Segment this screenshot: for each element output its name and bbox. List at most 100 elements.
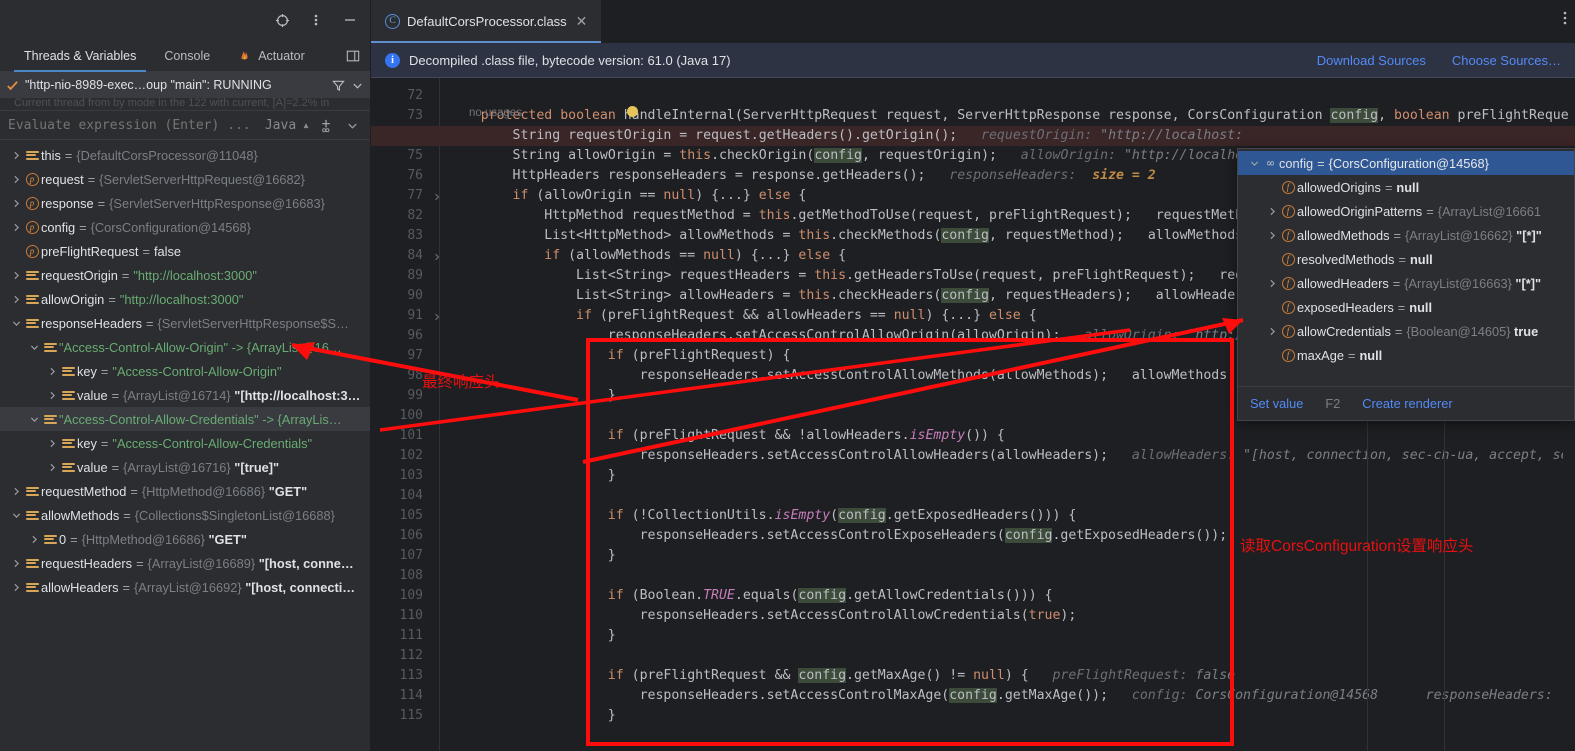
code-line[interactable]: List<String> allowHeaders = this.checkHe…: [449, 286, 1243, 306]
tree-toggle-arrow[interactable]: [1248, 151, 1261, 175]
code-line[interactable]: if (preFlightRequest && config.getMaxAge…: [449, 666, 1235, 686]
code-line[interactable]: responseHeaders.setAccessControlAllowCre…: [449, 606, 1077, 626]
code-line[interactable]: responseHeaders.setAccessControlAllowMet…: [449, 366, 1236, 386]
popup-variable-rows[interactable]: ∞ config = {CorsConfiguration@14568} f allowe…: [1238, 149, 1574, 367]
variable-row[interactable]: this = {DefaultCorsProcessor@11048}: [0, 143, 370, 167]
tree-toggle-arrow[interactable]: [28, 407, 41, 431]
tab-console[interactable]: Console: [150, 40, 224, 71]
value-inspector-popup[interactable]: ∞ config = {CorsConfiguration@14568} f allowe…: [1237, 148, 1575, 421]
tree-toggle-arrow[interactable]: [10, 551, 23, 575]
tree-toggle-arrow[interactable]: [28, 527, 41, 551]
code-line[interactable]: if (preFlightRequest) {: [449, 346, 791, 366]
evaluate-expression-bar[interactable]: Java ▴: [0, 110, 370, 140]
tree-toggle-arrow[interactable]: [10, 167, 23, 191]
code-line[interactable]: if (!CollectionUtils.isEmpty(config.getE…: [449, 506, 1076, 526]
variable-row[interactable]: key = "Access-Control-Allow-Origin": [0, 359, 370, 383]
code-line[interactable]: protected boolean handleInternal(ServerH…: [449, 106, 1569, 126]
variable-row[interactable]: requestMethod = {HttpMethod@16686} "GET": [0, 479, 370, 503]
tree-toggle-arrow[interactable]: [46, 431, 59, 455]
code-line[interactable]: if (preFlightRequest && allowHeaders == …: [449, 306, 1037, 326]
variable-row[interactable]: p config = {CorsConfiguration@14568}: [0, 215, 370, 239]
variable-row[interactable]: value = {ArrayList@16716} "[true]": [0, 455, 370, 479]
tree-toggle-arrow[interactable]: [10, 311, 23, 335]
code-line[interactable]: String allowOrigin = this.checkOrigin(co…: [449, 146, 1243, 166]
variable-row[interactable]: p response = {ServletServerHttpResponse@166…: [0, 191, 370, 215]
evaluate-dropdown-icon[interactable]: [343, 119, 362, 132]
tree-toggle-arrow[interactable]: [10, 287, 23, 311]
variable-row[interactable]: allowHeaders = {ArrayList@16692} "[host, c…: [0, 575, 370, 599]
editor-tab-defaultcorsprocessor[interactable]: C DefaultCorsProcessor.class ✕: [371, 0, 601, 43]
tree-toggle-arrow[interactable]: [10, 575, 23, 599]
popup-field-row[interactable]: f allowedHeaders = {ArrayList@16663} "[*]": [1238, 271, 1574, 295]
code-line[interactable]: responseHeaders.setAccessControlAllowOri…: [449, 326, 1243, 346]
add-watch-icon[interactable]: [316, 118, 337, 133]
variable-row[interactable]: p preFlightRequest = false: [0, 239, 370, 263]
popup-field-row[interactable]: f allowedOrigins = null: [1238, 175, 1574, 199]
popup-field-row[interactable]: f allowCredentials = {Boolean@14605} true: [1238, 319, 1574, 343]
variable-row[interactable]: "Access-Control-Allow-Credentials" -> {A…: [0, 407, 370, 431]
tree-toggle-arrow[interactable]: [10, 263, 23, 287]
more-options-icon[interactable]: [306, 10, 326, 30]
tree-toggle-arrow[interactable]: [1266, 223, 1279, 247]
code-line[interactable]: String requestOrigin = request.getHeader…: [449, 126, 1244, 146]
download-sources-link[interactable]: Download Sources: [1317, 53, 1426, 68]
tab-threads-and-variables[interactable]: Threads & Variables: [10, 40, 150, 72]
tree-toggle-arrow[interactable]: [10, 215, 23, 239]
evaluate-language-caret[interactable]: ▴: [302, 118, 310, 133]
code-line[interactable]: HttpHeaders responseHeaders = response.g…: [449, 166, 1156, 186]
tree-toggle-arrow[interactable]: [10, 191, 23, 215]
code-line[interactable]: if (Boolean.TRUE.equals(config.getAllowC…: [449, 586, 1053, 606]
tree-toggle-arrow[interactable]: [1266, 319, 1279, 343]
tree-toggle-arrow[interactable]: [1266, 199, 1279, 223]
popup-field-row[interactable]: f maxAge = null: [1238, 343, 1574, 367]
code-line[interactable]: HttpMethod requestMethod = this.getMetho…: [449, 206, 1243, 226]
popup-field-row[interactable]: f allowedMethods = {ArrayList@16662} "[*]": [1238, 223, 1574, 247]
variables-tree[interactable]: this = {DefaultCorsProcessor@11048} p reques…: [0, 140, 370, 751]
split-layout-icon[interactable]: [336, 40, 370, 71]
popup-field-row[interactable]: f exposedHeaders = null: [1238, 295, 1574, 319]
variable-row[interactable]: responseHeaders = {ServletServerHttpRespon…: [0, 311, 370, 335]
tree-toggle-arrow[interactable]: [46, 383, 59, 407]
tree-toggle-arrow[interactable]: [10, 479, 23, 503]
variable-row[interactable]: requestOrigin = "http://localhost:3000": [0, 263, 370, 287]
tree-toggle-arrow[interactable]: [1266, 271, 1279, 295]
minimize-icon[interactable]: [340, 10, 360, 30]
intention-bulb-icon[interactable]: [627, 106, 638, 117]
variable-row[interactable]: p request = {ServletServerHttpRequest@16682…: [0, 167, 370, 191]
popup-title-row[interactable]: ∞ config = {CorsConfiguration@14568}: [1238, 151, 1574, 175]
choose-sources-link[interactable]: Choose Sources…: [1452, 53, 1561, 68]
tree-toggle-arrow[interactable]: [10, 143, 23, 167]
variable-row[interactable]: "Access-Control-Allow-Origin" -> {ArrayL…: [0, 335, 370, 359]
more-options-icon[interactable]: [1563, 0, 1575, 43]
variable-row[interactable]: 0 = {HttpMethod@16686} "GET": [0, 527, 370, 551]
no-usages-inlay[interactable]: no usages: [469, 104, 522, 122]
create-renderer-button[interactable]: Create renderer: [1362, 396, 1452, 411]
variable-row[interactable]: value = {ArrayList@16714} "[http://localho…: [0, 383, 370, 407]
code-line[interactable]: }: [449, 546, 616, 566]
code-line[interactable]: }: [449, 706, 616, 726]
evaluate-expression-input[interactable]: [8, 117, 259, 133]
code-line[interactable]: }: [449, 626, 616, 646]
code-line[interactable]: responseHeaders.setAccessControlMaxAge(c…: [449, 686, 1575, 706]
thread-selector[interactable]: "http-nio-8989-exec…oup "main": RUNNING: [0, 72, 370, 98]
evaluate-language-label[interactable]: Java: [265, 118, 296, 133]
code-line[interactable]: List<HttpMethod> allowMethods = this.che…: [449, 226, 1243, 246]
variable-row[interactable]: allowOrigin = "http://localhost:3000": [0, 287, 370, 311]
code-line[interactable]: responseHeaders.setAccessControlAllowHea…: [449, 446, 1575, 466]
tree-toggle-arrow[interactable]: [10, 503, 23, 527]
code-line[interactable]: List<String> requestHeaders = this.getHe…: [449, 266, 1243, 286]
close-icon[interactable]: ✕: [574, 13, 588, 30]
tree-toggle-arrow[interactable]: [28, 335, 41, 359]
variable-row[interactable]: key = "Access-Control-Allow-Credentials": [0, 431, 370, 455]
chevron-down-icon[interactable]: [351, 79, 364, 92]
code-line[interactable]: if (allowMethods == null) {...} else {: [449, 246, 846, 266]
variable-row[interactable]: requestHeaders = {ArrayList@16689} "[host,…: [0, 551, 370, 575]
popup-field-row[interactable]: f resolvedMethods = null: [1238, 247, 1574, 271]
set-value-button[interactable]: Set value: [1250, 396, 1303, 411]
code-line[interactable]: }: [449, 466, 616, 486]
target-icon[interactable]: [272, 10, 292, 30]
popup-field-row[interactable]: f allowedOriginPatterns = {ArrayList@16661: [1238, 199, 1574, 223]
tree-toggle-arrow[interactable]: [46, 455, 59, 479]
tab-actuator[interactable]: Actuator: [224, 40, 319, 71]
code-line[interactable]: if (preFlightRequest && !allowHeaders.is…: [449, 426, 1005, 446]
